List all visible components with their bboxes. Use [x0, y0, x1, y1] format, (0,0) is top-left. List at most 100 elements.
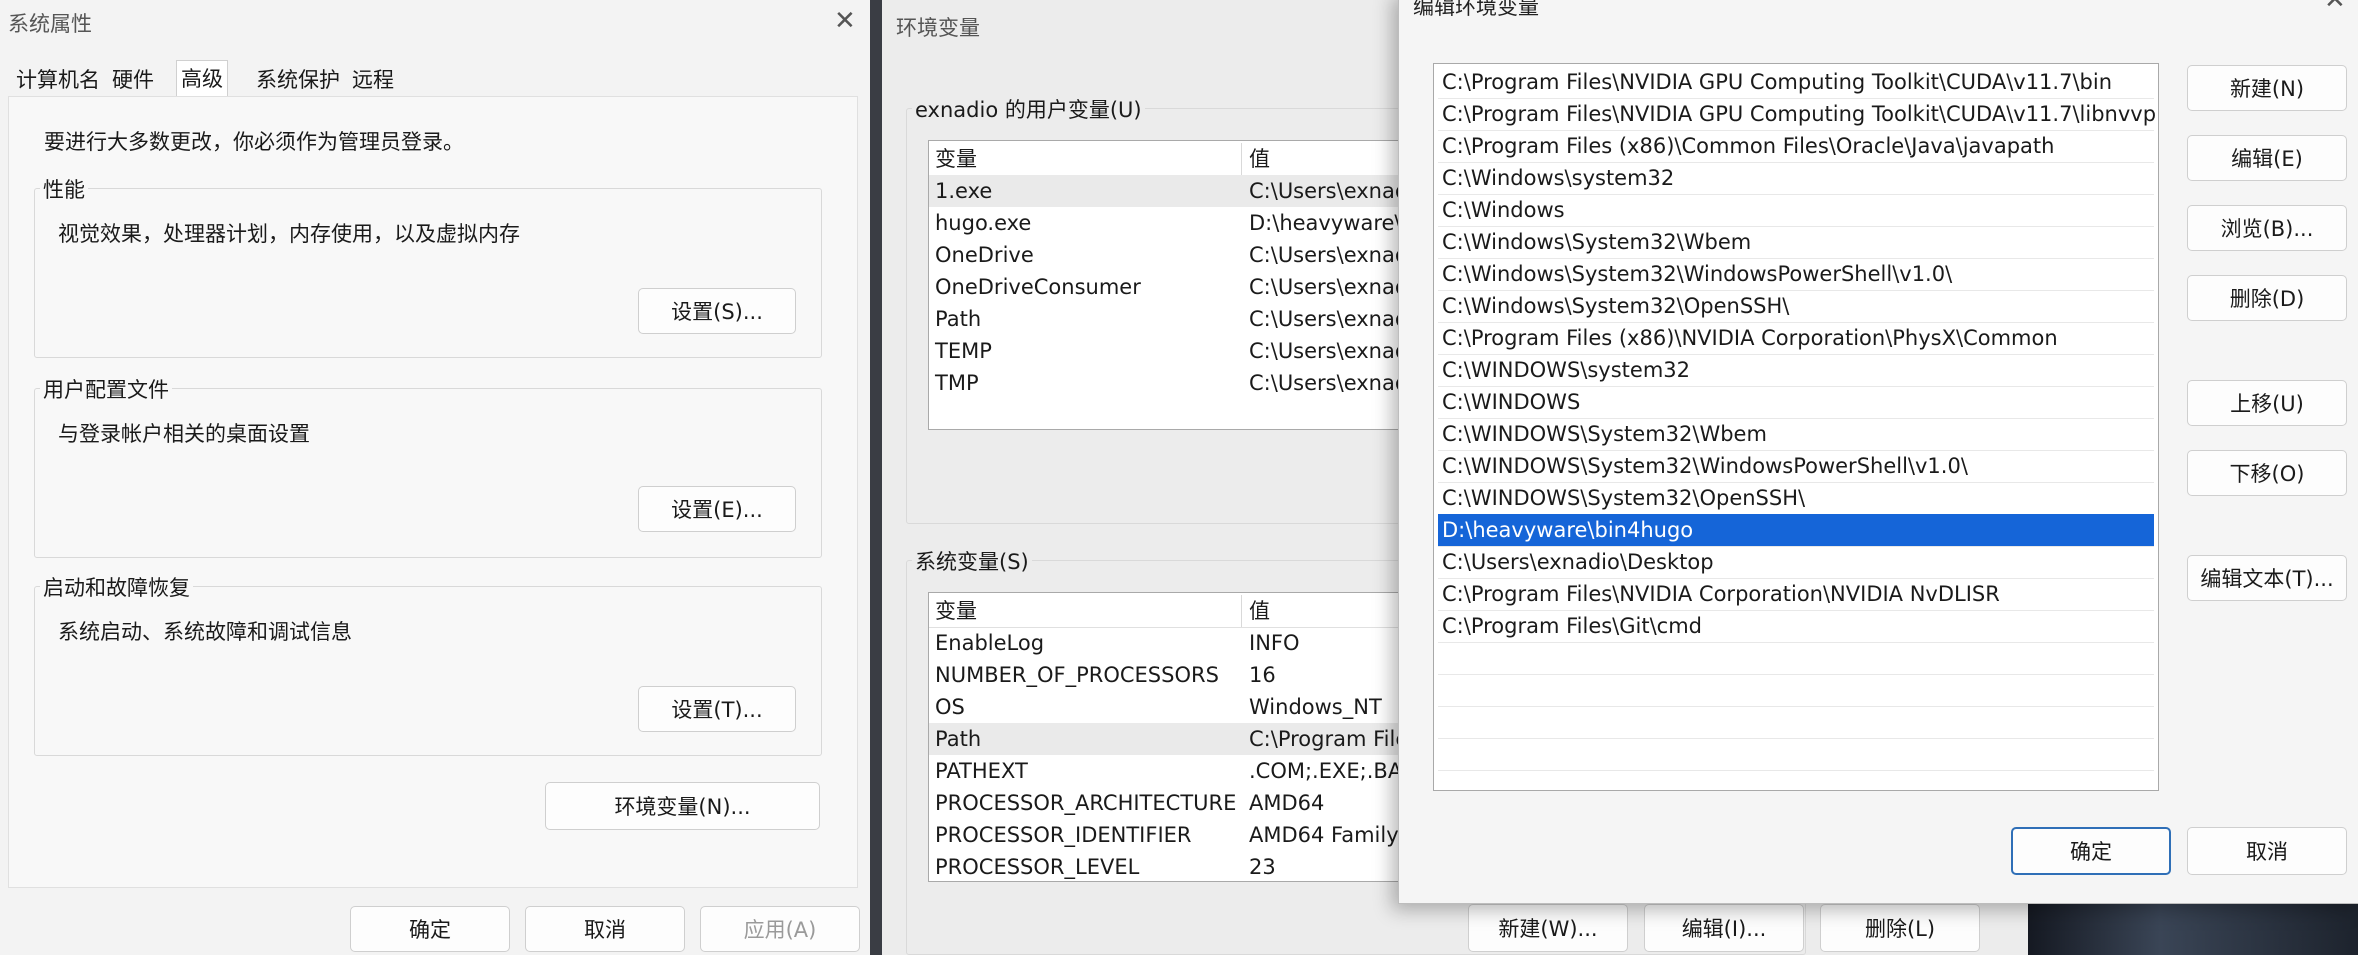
tab-computer-name[interactable]: 计算机名	[12, 64, 104, 94]
desktop-background	[2028, 900, 2358, 955]
window-title: 编辑环境变量	[1413, 0, 1539, 19]
column-header-variable[interactable]: 变量	[935, 143, 977, 175]
startup-label: 启动和故障恢复	[40, 572, 193, 602]
empty-row	[1438, 738, 2154, 771]
empty-row	[1438, 674, 2154, 707]
table-row[interactable]: NUMBER_OF_PROCESSORS 16	[929, 659, 1427, 691]
table-row[interactable]: Path C:\Program File	[929, 723, 1427, 755]
profile-desc: 与登录帐户相关的桌面设置	[58, 422, 310, 446]
path-entry[interactable]: C:\Windows\System32\OpenSSH\	[1438, 290, 2154, 323]
cancel-button[interactable]: 取消	[525, 906, 685, 952]
tab-remote[interactable]: 远程	[348, 64, 398, 94]
tab-system-protection[interactable]: 系统保护	[252, 64, 344, 94]
table-row[interactable]: OneDrive C:\Users\exnad	[929, 239, 1427, 271]
table-row[interactable]: TMP C:\Users\exnad	[929, 367, 1427, 399]
edit-text-button[interactable]: 编辑文本(T)...	[2187, 555, 2347, 601]
variable-name: Path	[935, 307, 982, 331]
variable-name: PATHEXT	[935, 759, 1028, 783]
table-row[interactable]: EnableLog INFO	[929, 627, 1427, 659]
system-edit-button[interactable]: 编辑(I)...	[1644, 904, 1804, 952]
tab-advanced[interactable]: 高级	[176, 60, 228, 97]
column-divider	[1241, 143, 1242, 175]
table-row[interactable]: hugo.exe D:\heavyware\	[929, 207, 1427, 239]
table-row[interactable]: TEMP C:\Users\exnad	[929, 335, 1427, 367]
column-divider	[1241, 595, 1242, 627]
user-variables-list[interactable]: 变量 值 1.exe C:\Users\exnad hugo.exe D:\heavy…	[928, 140, 1428, 430]
performance-settings-button[interactable]: 设置(S)...	[638, 288, 796, 334]
column-header-value[interactable]: 值	[1249, 143, 1270, 175]
close-icon[interactable]: ✕	[2324, 0, 2346, 15]
path-entry[interactable]: C:\Windows	[1438, 194, 2154, 227]
variable-value: AMD64 Family	[1249, 823, 1399, 847]
empty-row	[1438, 642, 2154, 675]
path-entry[interactable]: C:\Program Files\NVIDIA GPU Computing To…	[1438, 98, 2156, 131]
path-entry[interactable]: C:\Windows\System32\Wbem	[1438, 226, 2154, 259]
admin-note: 要进行大多数更改，你必须作为管理员登录。	[44, 130, 464, 154]
table-row[interactable]: PROCESSOR_ARCHITECTURE AMD64	[929, 787, 1427, 819]
table-row[interactable]: OS Windows_NT	[929, 691, 1427, 723]
path-entry[interactable]: C:\WINDOWS\System32\WindowsPowerShell\v1…	[1438, 450, 2154, 483]
empty-row	[1438, 706, 2154, 739]
table-row[interactable]: 1.exe C:\Users\exnad	[929, 175, 1427, 207]
table-row[interactable]: PROCESSOR_IDENTIFIER AMD64 Family	[929, 819, 1427, 851]
variable-value: C:\Users\exnad	[1249, 371, 1409, 395]
path-entry[interactable]: C:\Program Files\NVIDIA Corporation\NVID…	[1438, 578, 2154, 611]
edit-button[interactable]: 编辑(E)	[2187, 135, 2347, 181]
path-entry[interactable]: C:\WINDOWS\System32\Wbem	[1438, 418, 2154, 451]
variable-name: PROCESSOR_ARCHITECTURE	[935, 791, 1237, 815]
variable-value: C:\Users\exnad	[1249, 275, 1409, 299]
path-entry[interactable]: C:\WINDOWS\System32\OpenSSH\	[1438, 482, 2154, 515]
new-button[interactable]: 新建(N)	[2187, 65, 2347, 111]
table-row[interactable]: PROCESSOR_LEVEL 23	[929, 851, 1427, 881]
system-new-button[interactable]: 新建(W)...	[1468, 904, 1628, 952]
variable-name: OS	[935, 695, 965, 719]
browse-button[interactable]: 浏览(B)...	[2187, 205, 2347, 251]
system-delete-button[interactable]: 删除(L)	[1820, 904, 1980, 952]
variable-name: EnableLog	[935, 631, 1045, 655]
table-row[interactable]: OneDriveConsumer C:\Users\exnad	[929, 271, 1427, 303]
tab-hardware[interactable]: 硬件	[108, 64, 158, 94]
profile-settings-button[interactable]: 设置(E)...	[638, 486, 796, 532]
variable-name: OneDrive	[935, 243, 1034, 267]
profile-label: 用户配置文件	[40, 374, 172, 404]
variable-value: .COM;.EXE;.BAT	[1249, 759, 1414, 783]
performance-label: 性能	[40, 174, 88, 204]
apply-button[interactable]: 应用(A)	[700, 906, 860, 952]
path-list[interactable]: C:\Program Files\NVIDIA GPU Computing To…	[1433, 63, 2159, 791]
path-entry[interactable]: C:\Program Files\NVIDIA GPU Computing To…	[1438, 66, 2154, 99]
variable-value: C:\Users\exnad	[1249, 307, 1409, 331]
window-gap	[870, 0, 882, 955]
system-variables-list[interactable]: 变量 值 EnableLog INFO NUMBER_OF_PROCESSORS 16…	[928, 592, 1428, 882]
path-entry[interactable]: C:\Users\exnadio\Desktop	[1438, 546, 2154, 579]
path-entry[interactable]: C:\Program Files (x86)\Common Files\Orac…	[1438, 130, 2154, 163]
performance-desc: 视觉效果，处理器计划，内存使用，以及虚拟内存	[58, 222, 520, 246]
column-header-variable[interactable]: 变量	[935, 595, 977, 627]
path-entry[interactable]: C:\WINDOWS\system32	[1438, 354, 2154, 387]
system-variables-label: 系统变量(S)	[912, 546, 1032, 576]
path-entry[interactable]: D:\heavyware\bin4hugo	[1438, 514, 2154, 547]
close-icon[interactable]: ✕	[834, 6, 856, 36]
variable-value: INFO	[1249, 631, 1300, 655]
path-entry[interactable]: C:\Windows\System32\WindowsPowerShell\v1…	[1438, 258, 2154, 291]
table-row[interactable]: PATHEXT .COM;.EXE;.BAT	[929, 755, 1427, 787]
window-title: 环境变量	[896, 16, 980, 40]
column-header-value[interactable]: 值	[1249, 595, 1270, 627]
ok-button[interactable]: 确定	[350, 906, 510, 952]
move-down-button[interactable]: 下移(O)	[2187, 450, 2347, 496]
startup-settings-button[interactable]: 设置(T)...	[638, 686, 796, 732]
delete-button[interactable]: 删除(D)	[2187, 275, 2347, 321]
move-up-button[interactable]: 上移(U)	[2187, 380, 2347, 426]
variable-name: Path	[935, 727, 982, 751]
path-entry[interactable]: C:\Program Files\Git\cmd	[1438, 610, 2154, 643]
variable-name: PROCESSOR_LEVEL	[935, 855, 1140, 879]
cancel-button[interactable]: 取消	[2187, 827, 2347, 875]
edit-environment-variable-window: 编辑环境变量 ✕ C:\Program Files\NVIDIA GPU Com…	[1398, 0, 2358, 904]
path-entry[interactable]: C:\Windows\system32	[1438, 162, 2154, 195]
table-row[interactable]: Path C:\Users\exnad	[929, 303, 1427, 335]
path-entry[interactable]: C:\WINDOWS	[1438, 386, 2154, 419]
path-entry[interactable]: C:\Program Files (x86)\NVIDIA Corporatio…	[1438, 322, 2154, 355]
user-variables-label: exnadio 的用户变量(U)	[912, 94, 1145, 124]
environment-variables-button[interactable]: 环境变量(N)...	[545, 782, 820, 830]
ok-button[interactable]: 确定	[2011, 827, 2171, 875]
list-header: 变量 值	[929, 143, 1427, 176]
